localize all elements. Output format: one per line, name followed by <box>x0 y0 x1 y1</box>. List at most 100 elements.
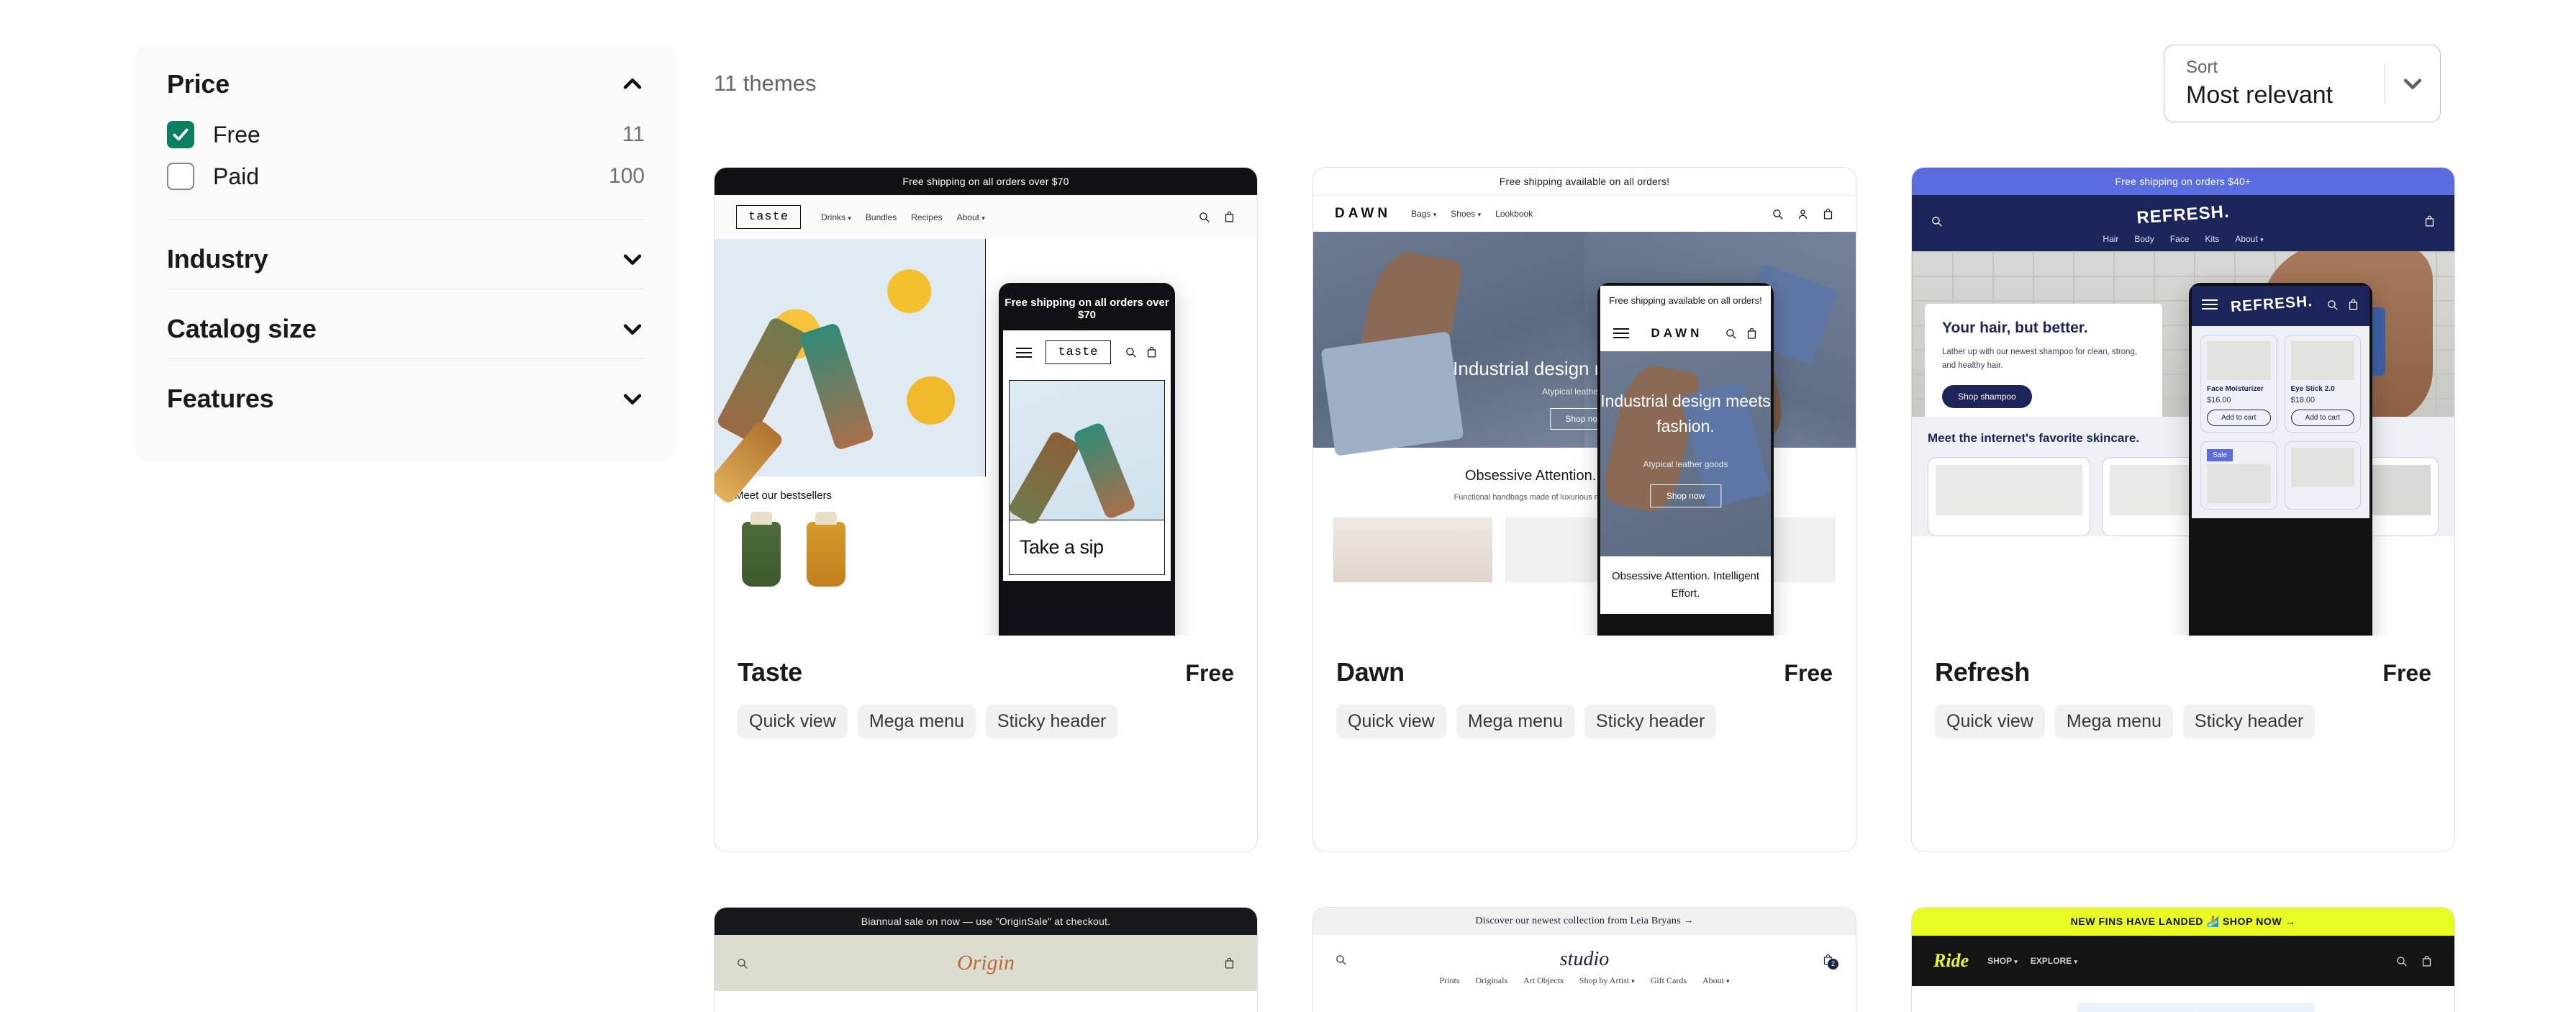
hero-cta-button[interactable]: Shop shampoo <box>1942 385 2032 408</box>
product-card[interactable] <box>1928 457 2090 536</box>
theme-thumbnail[interactable]: Free shipping on orders $40+ REFRESH. Hair… <box>1912 168 2454 636</box>
hamburger-icon[interactable] <box>2202 297 2218 312</box>
site-nav-link[interactable]: Shoes ▾ <box>1451 209 1481 219</box>
cart-icon[interactable] <box>1223 957 1235 970</box>
site-nav-link[interactable]: About ▾ <box>2235 234 2263 244</box>
theme-card[interactable]: Free shipping available on all orders! DA… <box>1312 167 1856 852</box>
chevron-down-icon[interactable] <box>620 317 645 341</box>
theme-thumbnail[interactable]: Free shipping available on all orders! DA… <box>1313 168 1856 636</box>
theme-card[interactable]: Biannual sale on now — use "OriginSale" … <box>714 907 1258 1012</box>
search-icon[interactable] <box>1198 211 1210 223</box>
site-nav-link[interactable]: Lookbook <box>1495 209 1533 219</box>
theme-tag: Quick view <box>1336 705 1446 738</box>
account-icon[interactable] <box>1797 208 1809 220</box>
site-nav-link[interactable]: Bags ▾ <box>1411 209 1436 219</box>
theme-card-meta: Taste Free Quick view Mega menu Sticky heade… <box>715 636 1257 738</box>
theme-preview-refresh: Free shipping on orders $40+ REFRESH. Hair… <box>1912 168 2454 636</box>
theme-tag: Sticky header <box>2182 705 2316 738</box>
site-nav-link[interactable]: Drinks ▾ <box>821 212 851 222</box>
site-section: Obsessive Attention. Intelligent Effort.… <box>1313 448 1856 582</box>
theme-card[interactable]: Free shipping on all orders over $70 tast… <box>714 167 1258 852</box>
filter-option-free[interactable]: Free 11 <box>167 114 645 155</box>
mobile-product-card[interactable]: Face Moisturizer $16.00 Add to cart <box>2200 335 2277 433</box>
filter-sidebar: Price Free 11 Paid 100 Industry Catalog size Fe… <box>135 45 676 461</box>
theme-tag: Sticky header <box>1584 705 1717 738</box>
mobile-product-card[interactable]: Sale <box>2200 441 2277 510</box>
theme-card[interactable]: NEW FINS HAVE LANDED 🏄 SHOP NOW → Ride SHO… <box>1911 907 2455 1012</box>
site-nav-link[interactable]: Originals <box>1475 975 1507 986</box>
theme-card[interactable]: Discover our newest collection from Leia… <box>1312 907 1856 1012</box>
mobile-hero-cta[interactable]: Shop now <box>1649 484 1722 507</box>
add-to-cart-button[interactable]: Add to cart <box>2290 410 2354 426</box>
site-nav-link[interactable]: Face <box>2170 234 2190 244</box>
theme-thumbnail[interactable]: Biannual sale on now — use "OriginSale" … <box>715 908 1257 1012</box>
theme-thumbnail[interactable]: Discover our newest collection from Leia… <box>1313 908 1856 1012</box>
site-nav-link[interactable]: Body <box>2134 234 2154 244</box>
cart-icon[interactable]: 2 <box>1822 954 1838 970</box>
hero-subheading: Atypical leather goods <box>1541 387 1628 397</box>
filter-header-features[interactable]: Features <box>167 359 645 428</box>
site-nav-link[interactable]: Prints <box>1439 975 1459 986</box>
site-nav-link[interactable]: Recipes <box>911 212 942 222</box>
site-nav-link[interactable]: SHOP ▾ <box>1987 956 2018 966</box>
checkbox-free[interactable] <box>167 121 194 148</box>
search-icon[interactable] <box>1125 346 1137 358</box>
filter-header-price[interactable]: Price <box>167 45 645 114</box>
filter-option-label: Free <box>213 121 260 148</box>
chevron-down-icon[interactable] <box>2385 71 2440 96</box>
mobile-product-card[interactable]: Eye Stick 2.0 $18.00 Add to cart <box>2284 335 2361 433</box>
theme-tag: Quick view <box>1935 705 2045 738</box>
filter-option-paid[interactable]: Paid 100 <box>167 155 645 197</box>
search-icon[interactable] <box>2326 299 2339 311</box>
add-to-cart-button[interactable]: Add to cart <box>2207 410 2271 426</box>
site-nav-link[interactable]: Gift Cards <box>1651 975 1687 986</box>
filter-title: Features <box>167 384 274 413</box>
cart-icon[interactable] <box>2421 955 2433 967</box>
theme-card[interactable]: Free shipping on orders $40+ REFRESH. Hair… <box>1911 167 2455 852</box>
search-icon[interactable] <box>736 957 748 970</box>
hamburger-icon[interactable] <box>1613 325 1629 341</box>
product-thumb[interactable] <box>1333 518 1492 582</box>
chevron-up-icon[interactable] <box>620 72 645 96</box>
cart-icon[interactable] <box>1822 208 1834 220</box>
filter-group-industry: Industry <box>167 220 645 289</box>
cart-icon[interactable] <box>1146 346 1158 358</box>
hero-image <box>715 239 986 506</box>
search-icon[interactable] <box>1725 327 1737 340</box>
cart-icon[interactable] <box>1746 327 1758 340</box>
theme-thumbnail[interactable]: Free shipping on all orders over $70 tast… <box>715 168 1257 636</box>
site-nav-link[interactable]: EXPLORE ▾ <box>2031 956 2077 966</box>
checkbox-paid[interactable] <box>167 163 194 190</box>
site-nav-icons <box>1772 208 1834 220</box>
sort-value: Most relevant <box>2186 81 2334 109</box>
product-thumb[interactable] <box>807 512 845 587</box>
cart-icon[interactable] <box>1223 211 1235 223</box>
search-icon[interactable] <box>1772 208 1784 220</box>
hamburger-icon[interactable] <box>1016 345 1032 361</box>
cart-icon[interactable] <box>2423 215 2436 227</box>
chevron-down-icon[interactable] <box>620 387 645 411</box>
filter-header-catalog-size[interactable]: Catalog size <box>167 289 645 358</box>
site-nav-link[interactable]: Shop by Artist ▾ <box>1579 975 1635 986</box>
mobile-logo: DAWN <box>1651 326 1703 340</box>
site-logo: DAWN <box>1335 206 1392 221</box>
mobile-hero-heading: Industrial design meets fashion. <box>1600 392 1771 435</box>
site-navbar: Ride SHOP ▾ EXPLORE ▾ <box>1912 936 2454 986</box>
site-nav-link[interactable]: About ▾ <box>1702 975 1730 986</box>
sort-select[interactable]: Sort Most relevant <box>2164 45 2441 122</box>
site-nav-link[interactable]: Hair <box>2103 234 2118 244</box>
mobile-product-row: Face Moisturizer $16.00 Add to cart Eye Sti… <box>2192 326 2369 441</box>
theme-thumbnail[interactable]: NEW FINS HAVE LANDED 🏄 SHOP NOW → Ride SHO… <box>1912 908 2454 1012</box>
filter-header-industry[interactable]: Industry <box>167 220 645 289</box>
search-icon[interactable] <box>1335 954 1347 966</box>
product-thumb[interactable] <box>742 512 781 587</box>
site-nav-link[interactable]: Kits <box>2205 234 2219 244</box>
cart-icon[interactable] <box>2347 299 2359 311</box>
site-nav-link[interactable]: Art Objects <box>1523 975 1564 986</box>
chevron-down-icon[interactable] <box>620 247 645 271</box>
search-icon[interactable] <box>2395 955 2408 967</box>
site-nav-link[interactable]: Bundles <box>866 212 897 222</box>
filter-group-features: Features <box>167 359 645 461</box>
mobile-product-card[interactable] <box>2284 441 2361 510</box>
site-nav-link[interactable]: About ▾ <box>957 212 985 222</box>
